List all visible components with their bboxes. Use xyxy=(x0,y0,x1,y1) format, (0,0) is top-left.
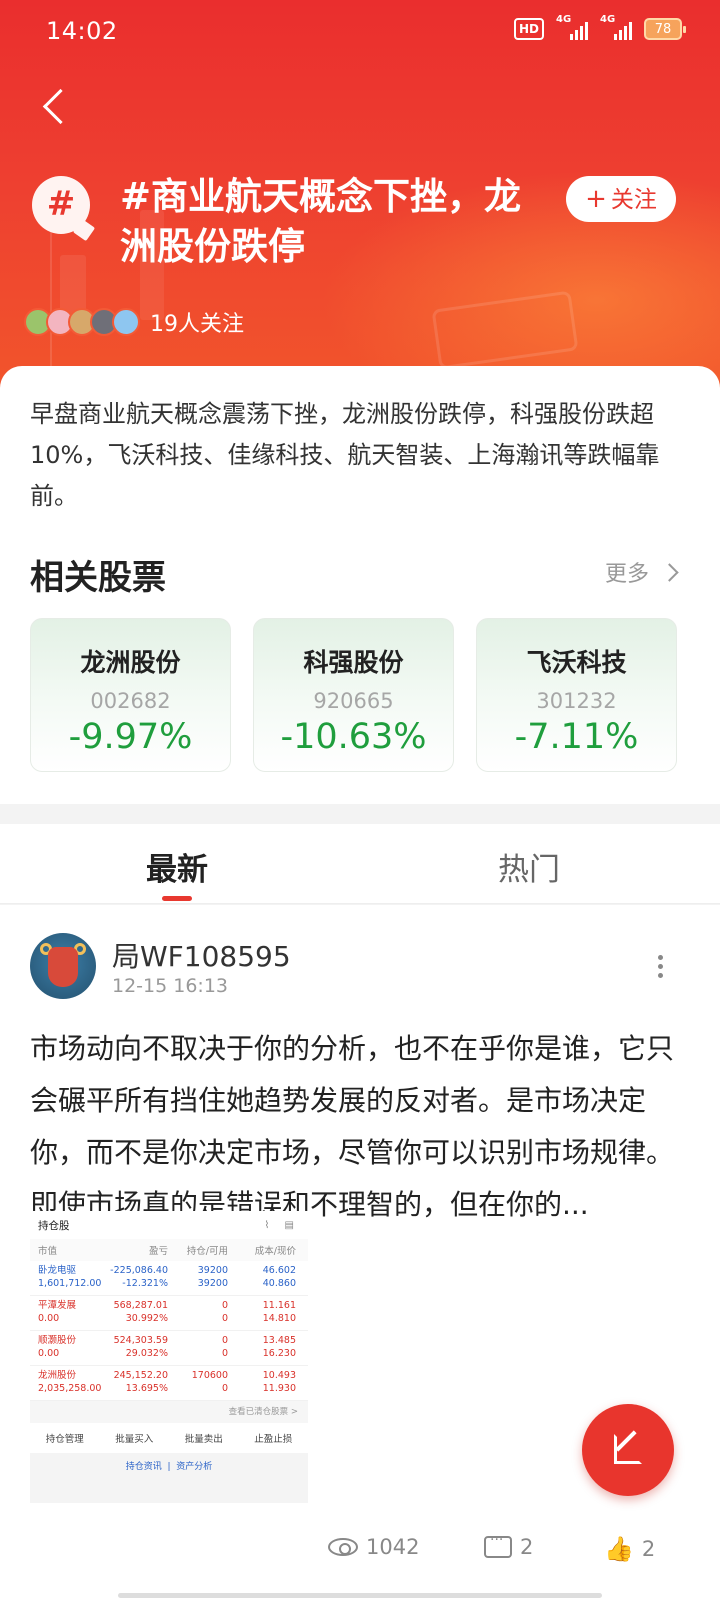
avatar[interactable] xyxy=(30,933,96,999)
stock-change: -9.97% xyxy=(68,717,193,757)
hd-voice-icon: HD xyxy=(513,18,544,40)
cleared-stocks-link: 查看已清仓股票 > xyxy=(30,1401,308,1423)
thumbs-up-icon: 👍 xyxy=(604,1535,634,1563)
topic-title: #商业航天概念下挫，龙洲股份跌停 xyxy=(120,175,522,268)
stock-card[interactable]: 飞沃科技 301232 -7.11% xyxy=(476,618,677,772)
tab-latest[interactable]: 最新 xyxy=(146,844,208,889)
status-time: 14:02 xyxy=(46,17,118,45)
like-button[interactable]: 👍 2 xyxy=(604,1535,655,1563)
stock-card[interactable]: 科强股份 920665 -10.63% xyxy=(253,618,454,772)
views-count: 1042 xyxy=(366,1535,420,1559)
plus-icon: + xyxy=(585,184,607,214)
tab-hot[interactable]: 热门 xyxy=(498,844,560,889)
tab-indicator xyxy=(162,896,192,901)
comments-button[interactable]: 2 xyxy=(484,1532,534,1559)
image-action: 止盈止损 xyxy=(254,1434,293,1445)
image-action: 持仓管理 xyxy=(45,1434,84,1445)
stock-change: -10.63% xyxy=(280,717,427,757)
table-row: 卧龙电驱 1,601,712.00 -225,086.40 -12.321% 392… xyxy=(30,1261,308,1296)
comment-icon xyxy=(484,1532,512,1558)
follow-label: 关注 xyxy=(610,187,657,213)
follower-avatars xyxy=(24,308,140,336)
stock-name: 科强股份 xyxy=(303,648,404,677)
compose-button[interactable] xyxy=(582,1404,674,1496)
stock-name: 龙洲股份 xyxy=(80,648,181,677)
signal-icon: 4G xyxy=(556,14,588,40)
post-image[interactable]: 持仓股 ⌇ ▤ 市值 盈亏 持仓/可用 成本/现价 卧龙电驱 1,601,712.… xyxy=(30,1211,308,1503)
topic-header: 14:02 HD 4G 4G 78 # #商业航天概念下挫，龙洲股份跌停 + 关注 xyxy=(0,0,720,420)
more-label: 更多 xyxy=(604,562,649,587)
column-header: 盈亏 xyxy=(148,1246,168,1257)
column-header: 市值 xyxy=(38,1246,58,1257)
image-title: 持仓股 xyxy=(38,1219,70,1232)
chevron-right-icon xyxy=(660,562,679,582)
stock-code: 301232 xyxy=(536,689,617,713)
more-options-icon[interactable] xyxy=(656,955,664,979)
eye-icon xyxy=(328,1538,358,1556)
column-header: 持仓/可用 xyxy=(186,1246,228,1257)
views-stat: 1042 xyxy=(328,1535,419,1559)
comments-count: 2 xyxy=(520,1535,534,1559)
signal-icon: 4G xyxy=(600,14,632,40)
chart-icon: ⌇ ▤ xyxy=(264,1219,300,1231)
status-icons: HD 4G 4G 78 xyxy=(513,14,686,40)
post-text[interactable]: 市场动向不取决于你的分析，也不在乎你是谁，它只会碾平所有挡住她趋势发展的反对者。… xyxy=(30,1023,690,1231)
stock-card[interactable]: 龙洲股份 002682 -9.97% xyxy=(30,618,231,772)
topic-description: 早盘商业航天概念震荡下挫，龙洲股份跌停，科强股份跌超10%，飞沃科技、佳缘科技、… xyxy=(30,400,660,510)
feed-tabs: 最新 热门 xyxy=(0,824,720,904)
image-actions: 持仓管理 批量买入 批量卖出 止盈止损 xyxy=(30,1423,308,1453)
status-bar: 14:02 HD 4G 4G 78 xyxy=(0,0,720,64)
avatar xyxy=(112,308,140,336)
column-header: 成本/现价 xyxy=(254,1246,296,1257)
topic-hashtag-icon: # xyxy=(32,176,90,234)
post-time: 12-15 16:13 xyxy=(112,975,229,997)
image-action: 批量卖出 xyxy=(184,1434,223,1445)
image-link: 持仓资讯 xyxy=(125,1462,162,1472)
stock-change: -7.11% xyxy=(514,717,639,757)
stock-name: 飞沃科技 xyxy=(526,648,627,677)
follow-button[interactable]: + 关注 xyxy=(566,176,676,222)
image-links: 持仓资讯 | 资产分析 xyxy=(30,1453,308,1503)
image-link: 资产分析 xyxy=(176,1462,213,1472)
more-button[interactable]: 更多 xyxy=(604,556,679,588)
battery-icon: 78 xyxy=(644,18,686,40)
related-stocks-list: 龙洲股份 002682 -9.97% 科强股份 920665 -10.63% 飞… xyxy=(30,618,677,772)
topic-card: 早盘商业航天概念震荡下挫，龙洲股份跌停，科强股份跌超10%，飞沃科技、佳缘科技、… xyxy=(0,366,720,804)
followers-count: 19人关注 xyxy=(150,312,244,337)
table-row: 龙洲股份 2,035,258.00 245,152.20 13.695% 17060… xyxy=(30,1366,308,1401)
post-stats: 1042 2 👍 2 xyxy=(0,1527,720,1567)
post-username[interactable]: 局WF108595 xyxy=(112,935,291,975)
home-indicator xyxy=(118,1593,602,1598)
table-row: 平潭发展 0.00 568,287.01 30.992% 00 11.161 14.8… xyxy=(30,1296,308,1331)
related-stocks-title: 相关股票 xyxy=(30,558,166,598)
image-columns: 市值 盈亏 持仓/可用 成本/现价 xyxy=(30,1239,308,1261)
stock-code: 920665 xyxy=(313,689,394,713)
followers-row[interactable]: 19人关注 xyxy=(24,306,244,338)
image-action: 批量买入 xyxy=(115,1434,154,1445)
table-row: 顺灏股份 0.00 524,303.59 29.032% 00 13.485 16.2… xyxy=(30,1331,308,1366)
image-header: 持仓股 ⌇ ▤ xyxy=(30,1211,308,1239)
post-item[interactable]: 局WF108595 12-15 16:13 市场动向不取决于你的分析，也不在乎你… xyxy=(0,905,720,1600)
stock-code: 002682 xyxy=(90,689,171,713)
likes-count: 2 xyxy=(641,1537,656,1561)
back-button[interactable] xyxy=(36,86,76,130)
